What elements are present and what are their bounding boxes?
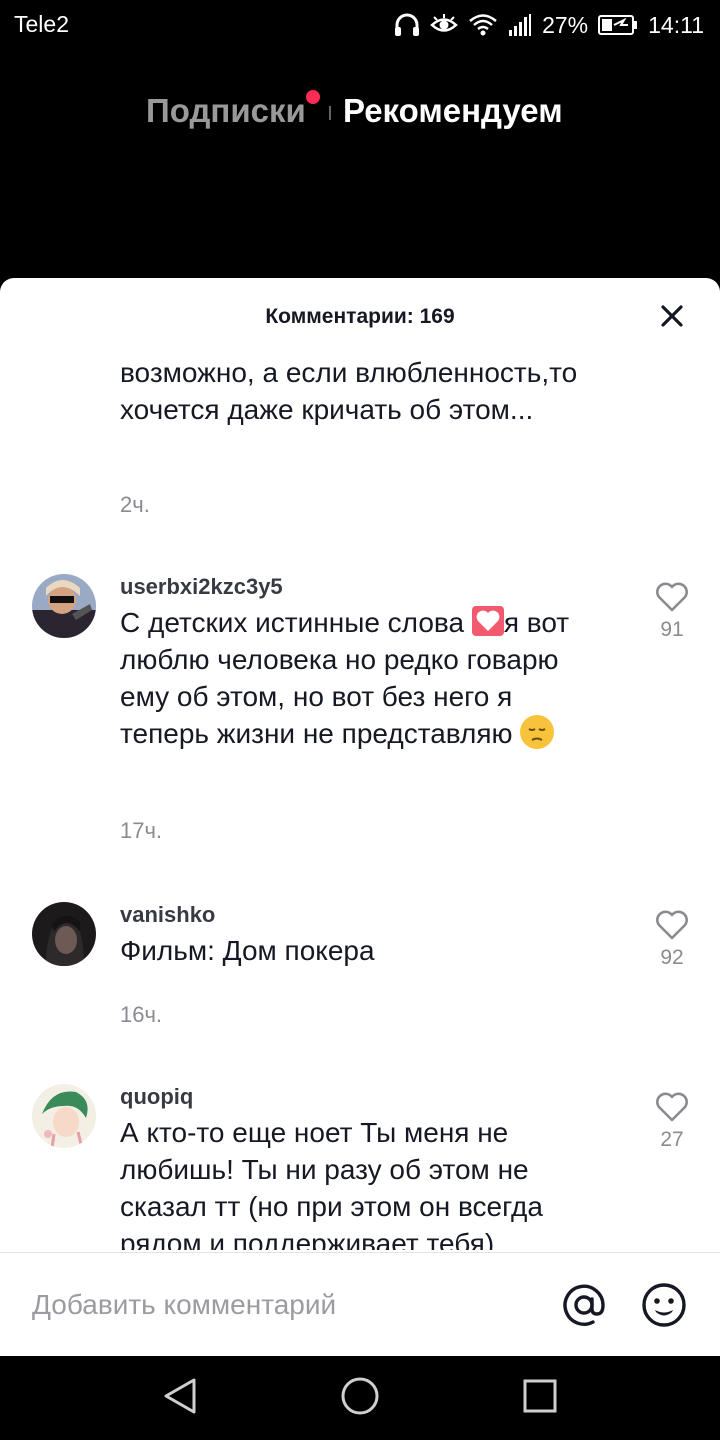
heart-outline-icon [644, 582, 700, 612]
like-count: 27 [660, 1128, 684, 1151]
comment-username[interactable]: vanishko [120, 902, 215, 928]
sheet-header: Комментарии: 169 [0, 278, 720, 358]
comment-text: А кто-то еще ноет Ты меня не любишь! Ты … [120, 1117, 543, 1250]
comment-time: 16ч. [120, 1002, 163, 1027]
mention-button[interactable] [560, 1281, 608, 1329]
feed-tabs: Подписки Рекомендуем [0, 88, 720, 138]
comments-count-title: Комментарии: 169 [265, 305, 455, 328]
battery-icon [598, 14, 638, 36]
comment-text: С детских истинные слова я вот люблю чел… [120, 604, 590, 752]
square-recents-icon [523, 1379, 557, 1418]
headphones-icon [394, 13, 420, 37]
at-icon [560, 1284, 608, 1333]
comment-list[interactable]: возможно, а если влюбленность,то хочется… [0, 350, 720, 1250]
emoji-button[interactable] [640, 1281, 688, 1329]
heart-outline-icon [644, 1092, 700, 1122]
triangle-back-icon [162, 1377, 198, 1420]
comment-text: Фильм: Дом покера [120, 935, 375, 966]
tab-following[interactable]: Подписки [146, 92, 306, 130]
wifi-icon [468, 13, 498, 37]
comment-time: 2ч. [120, 492, 150, 517]
tab-divider [329, 106, 331, 120]
back-button[interactable] [156, 1376, 204, 1420]
like-button[interactable]: 91 [644, 582, 700, 642]
comment-text: возможно, а если влюбленность,то хочется… [120, 357, 578, 425]
system-nav-bar [0, 1356, 720, 1440]
tab-for-you[interactable]: Рекомендуем [343, 92, 563, 130]
smiley-icon [640, 1283, 688, 1333]
comment-text-part: С детских истинные слова [120, 607, 472, 638]
comment-username[interactable]: quopiq [120, 1084, 193, 1110]
eye-icon [430, 14, 458, 36]
home-button[interactable] [336, 1376, 384, 1420]
signal-icon [508, 13, 532, 37]
pensive-emoji-icon [520, 715, 555, 749]
comment-time: 17ч. [120, 818, 163, 843]
avatar[interactable] [32, 1084, 96, 1148]
carrier-label: Tele2 [14, 11, 69, 37]
comments-sheet: Комментарии: 169 возможно, а если влюбле… [0, 278, 720, 1356]
comment-input[interactable] [32, 1283, 532, 1327]
circle-home-icon [340, 1376, 380, 1421]
close-button[interactable] [652, 298, 692, 338]
like-button[interactable]: 27 [644, 1092, 700, 1152]
like-count: 92 [660, 946, 684, 969]
comment-username[interactable]: userbxi2kzc3y5 [120, 574, 283, 600]
status-bar: Tele2 27% 14:11 [0, 0, 720, 50]
recents-button[interactable] [516, 1376, 564, 1420]
avatar[interactable] [32, 902, 96, 966]
status-icons: 27% 14:11 [394, 9, 704, 41]
like-count: 91 [660, 618, 684, 641]
avatar[interactable] [32, 574, 96, 638]
close-icon [661, 304, 683, 332]
heart-emoji-icon [471, 606, 504, 636]
heart-outline-icon [644, 910, 700, 940]
new-content-dot [306, 90, 320, 104]
like-button[interactable]: 92 [644, 910, 700, 970]
clock: 14:11 [648, 11, 704, 38]
comment-input-bar [0, 1252, 720, 1356]
battery-percent: 27% [542, 11, 589, 38]
